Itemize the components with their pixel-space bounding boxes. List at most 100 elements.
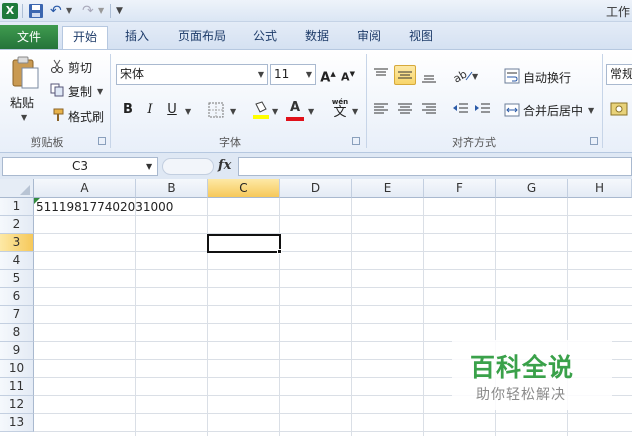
save-icon[interactable] (28, 3, 44, 19)
svg-text:ab: ab (452, 67, 469, 84)
column-header-b[interactable]: B (136, 179, 208, 198)
active-cell-c3[interactable] (207, 234, 281, 253)
phonetic-dropdown-icon[interactable]: ▼ (352, 107, 358, 116)
row-header-4[interactable]: 4 (0, 252, 34, 270)
name-box-dropdown-icon[interactable]: ▼ (146, 162, 152, 171)
row-header-2[interactable]: 2 (0, 216, 34, 234)
grow-font-icon[interactable]: A▲ (318, 64, 338, 85)
font-launcher-icon[interactable] (352, 137, 360, 145)
undo-dropdown-icon[interactable]: ▼ (66, 3, 74, 19)
wrap-text-icon[interactable] (504, 68, 520, 87)
group-separator (602, 54, 603, 148)
name-box[interactable]: C3 (2, 157, 158, 176)
column-header-h[interactable]: H (568, 179, 632, 198)
font-name-dropdown-icon[interactable]: ▼ (258, 65, 264, 84)
cut-button[interactable]: 剪切 (68, 59, 92, 76)
row-header-10[interactable]: 10 (0, 360, 34, 378)
merge-center-button[interactable]: 合并后居中 (523, 102, 583, 119)
row-header-13[interactable]: 13 (0, 414, 34, 432)
copy-icon[interactable] (50, 83, 64, 100)
tab-file[interactable]: 文件 (0, 25, 58, 49)
alignment-launcher-icon[interactable] (590, 137, 598, 145)
font-name-combo[interactable]: 宋体 ▼ (116, 64, 268, 85)
underline-dropdown-icon[interactable]: ▼ (185, 107, 191, 116)
formula-input[interactable] (238, 157, 632, 176)
italic-button[interactable]: I (140, 100, 160, 120)
column-header-e[interactable]: E (352, 179, 424, 198)
align-left-icon[interactable] (372, 100, 390, 121)
merge-center-dropdown-icon[interactable]: ▼ (588, 106, 594, 115)
row-header-12[interactable]: 12 (0, 396, 34, 414)
orientation-dropdown-icon[interactable]: ▼ (472, 72, 478, 81)
font-size-value: 11 (274, 67, 290, 81)
copy-dropdown-icon[interactable]: ▼ (97, 87, 103, 96)
format-painter-button[interactable]: 格式刷 (68, 108, 104, 125)
shrink-font-icon[interactable]: A▼ (338, 64, 358, 84)
align-center-icon[interactable] (396, 100, 414, 121)
grid-line (34, 323, 632, 324)
row-header-9[interactable]: 9 (0, 342, 34, 360)
tab-formulas[interactable]: 公式 (250, 26, 280, 49)
paste-icon[interactable] (10, 56, 40, 93)
row-header-11[interactable]: 11 (0, 378, 34, 396)
excel-logo-icon[interactable]: X (2, 3, 18, 19)
select-all-corner[interactable] (0, 179, 34, 198)
row-header-8[interactable]: 8 (0, 324, 34, 342)
align-bottom-icon[interactable] (420, 66, 438, 87)
phonetic-guide-icon[interactable]: wén 文 (328, 98, 352, 122)
row-header-6[interactable]: 6 (0, 288, 34, 306)
grid-line (34, 251, 632, 252)
clipboard-launcher-icon[interactable] (98, 137, 106, 145)
font-size-combo[interactable]: 11 ▼ (270, 64, 316, 85)
column-header-d[interactable]: D (280, 179, 352, 198)
row-header-7[interactable]: 7 (0, 306, 34, 324)
underline-button[interactable]: U (162, 100, 182, 120)
column-header-g[interactable]: G (496, 179, 568, 198)
font-color-icon[interactable]: A (285, 98, 305, 118)
tab-data[interactable]: 数据 (302, 26, 332, 49)
column-header-f[interactable]: F (424, 179, 496, 198)
copy-button[interactable]: 复制 (68, 83, 92, 100)
fill-color-dropdown-icon[interactable]: ▼ (272, 107, 278, 116)
undo-icon[interactable]: ↶ (50, 3, 66, 19)
merge-center-icon[interactable] (504, 102, 520, 121)
fill-color-icon[interactable] (252, 100, 270, 123)
row-header-3[interactable]: 3 (0, 234, 34, 252)
row-header-1[interactable]: 1 (0, 198, 34, 216)
column-header-c[interactable]: C (208, 179, 280, 198)
tab-review[interactable]: 审阅 (354, 26, 384, 49)
redo-icon[interactable]: ↷ (82, 3, 98, 19)
increase-indent-icon[interactable] (474, 100, 492, 121)
cut-icon[interactable] (50, 59, 64, 76)
clipboard-group-label: 剪贴板 (30, 136, 64, 149)
wrap-text-button[interactable]: 自动换行 (523, 69, 571, 86)
tab-view[interactable]: 视图 (406, 26, 436, 49)
align-middle-icon[interactable] (394, 65, 416, 85)
redo-dropdown-icon[interactable]: ▼ (98, 3, 106, 19)
customize-qat-icon[interactable]: ▼ (116, 3, 126, 19)
align-right-icon[interactable] (420, 100, 438, 121)
insert-function-icon[interactable]: fx (218, 158, 231, 173)
border-dropdown-icon[interactable]: ▼ (230, 107, 236, 116)
tab-insert[interactable]: 插入 (122, 26, 152, 49)
paste-button[interactable]: 粘贴 (10, 94, 34, 111)
orientation-icon[interactable]: ab (451, 66, 474, 87)
format-painter-icon[interactable] (50, 108, 64, 125)
grid-line (34, 305, 632, 306)
font-size-dropdown-icon[interactable]: ▼ (306, 65, 312, 84)
formula-bar-splitter[interactable] (162, 158, 214, 175)
tab-page-layout[interactable]: 页面布局 (176, 26, 228, 49)
column-header-a[interactable]: A (34, 179, 136, 198)
number-format-combo[interactable]: 常规 (606, 64, 632, 85)
fill-handle[interactable] (277, 249, 282, 254)
paste-dropdown-icon[interactable]: ▼ (21, 113, 27, 122)
tab-home[interactable]: 开始 (62, 26, 108, 49)
bold-button[interactable]: B (118, 100, 138, 120)
align-top-icon[interactable] (372, 66, 390, 87)
decrease-indent-icon[interactable] (452, 100, 470, 121)
font-color-dropdown-icon[interactable]: ▼ (308, 107, 314, 116)
row-header-5[interactable]: 5 (0, 270, 34, 288)
currency-format-icon[interactable] (610, 100, 628, 121)
cell-a1[interactable]: 511198177402031000 (36, 199, 173, 216)
border-icon[interactable] (208, 102, 224, 121)
